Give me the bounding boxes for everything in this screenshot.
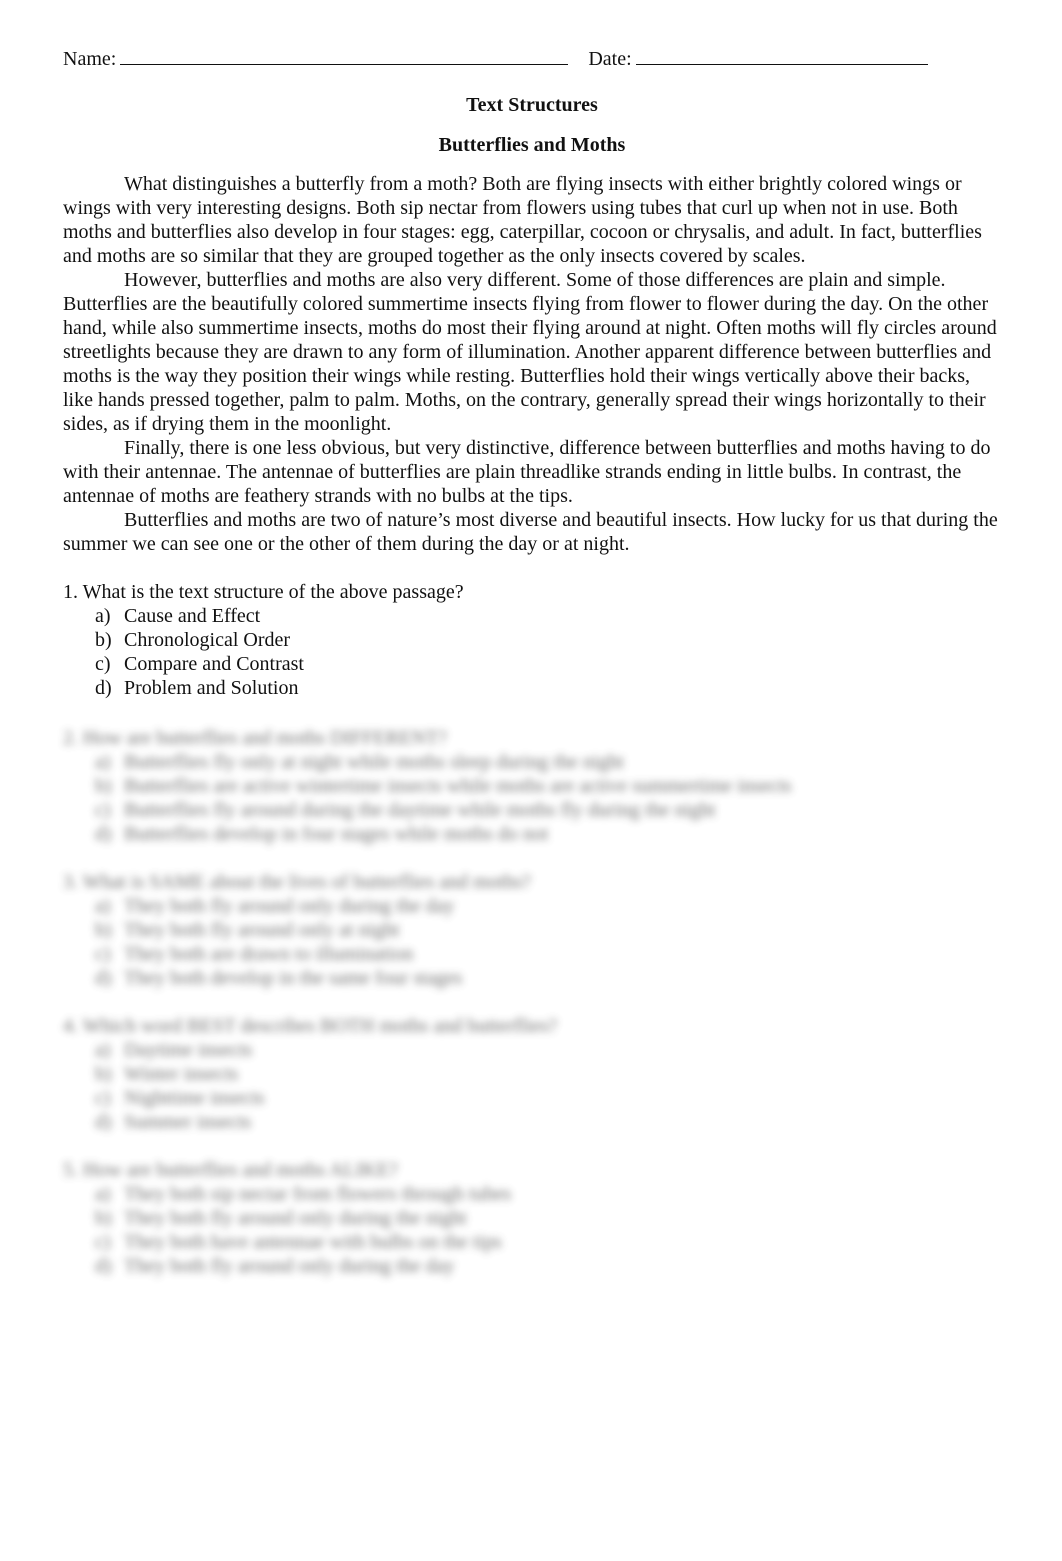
option-text: Daytime insects (124, 1039, 253, 1061)
question-stem: 3. What is SAME about the lives of butte… (63, 871, 531, 893)
option-text: Nighttime insects (124, 1087, 265, 1109)
answer-option: a) Daytime insects (95, 1038, 1003, 1062)
question-4-blurred: 4. Which word BEST describes BOTH moths … (63, 1014, 1003, 1134)
question-3-blurred: 3. What is SAME about the lives of butte… (63, 870, 1003, 990)
reading-passage: What distinguishes a butterfly from a mo… (63, 172, 1003, 556)
date-label: Date: (588, 48, 632, 70)
option-text: Butterflies develop in four stages while… (124, 823, 549, 845)
option-letter: a) (95, 1039, 111, 1061)
option-text: They both fly around only at night (124, 919, 400, 941)
option-letter: d) (95, 1111, 112, 1133)
question-stem: 1. What is the text structure of the abo… (63, 581, 464, 603)
answer-option: a) They both sip nectar from flowers thro… (95, 1182, 1003, 1206)
answer-options: a) They both fly around only during the d… (63, 894, 1003, 990)
option-letter: d) (95, 823, 112, 845)
question-stem: 2. How are butterflies and moths DIFFERE… (63, 727, 447, 749)
option-text: Problem and Solution (124, 677, 299, 699)
answer-option: a) Butterflies fly only at night while mo… (95, 750, 1003, 774)
answer-option: c) Nighttime insects (95, 1086, 1003, 1110)
date-blank-line (635, 44, 928, 65)
option-letter: b) (95, 919, 112, 941)
option-letter: c) (95, 1231, 111, 1253)
option-letter: a) (95, 1183, 111, 1205)
option-text: They both develop in the same four stage… (124, 967, 463, 989)
passage-paragraph: Finally, there is one less obvious, but … (63, 437, 991, 507)
answer-option: c) They both are drawn to illumination (95, 942, 1003, 966)
option-letter: a) (95, 605, 111, 627)
question-stem: 5. How are butterflies and moths ALIKE? (63, 1159, 398, 1181)
answer-option: d) Summer insects (95, 1110, 1003, 1134)
answer-options: a) Cause and Effect b) Chronological Order… (63, 604, 1003, 700)
option-text: They both fly around only during the nig… (124, 1207, 467, 1229)
option-letter: b) (95, 1207, 112, 1229)
answer-option: c) Compare and Contrast (95, 652, 1003, 676)
option-letter: b) (95, 629, 112, 651)
worksheet-title: Text Structures (466, 94, 598, 116)
passage-paragraph: Butterflies and moths are two of nature’… (63, 509, 998, 555)
option-letter: c) (95, 653, 111, 675)
answer-option: b) Chronological Order (95, 628, 1003, 652)
option-text: Compare and Contrast (124, 653, 304, 675)
question-stem: 4. Which word BEST describes BOTH moths … (63, 1015, 558, 1037)
option-text: Butterflies are active wintertime insect… (124, 775, 792, 797)
option-text: They both sip nectar from flowers throug… (124, 1183, 512, 1205)
question-5-blurred: 5. How are butterflies and moths ALIKE? … (63, 1158, 1003, 1278)
answer-options: a) Daytime insects b) Winter insects c) Nig… (63, 1038, 1003, 1134)
option-letter: d) (95, 677, 112, 699)
answer-option: b) Butterflies are active wintertime inse… (95, 774, 1003, 798)
name-label: Name: (63, 48, 117, 70)
option-letter: c) (95, 1087, 111, 1109)
answer-option: b) They both fly around only at night (95, 918, 1003, 942)
option-text: Cause and Effect (124, 605, 261, 627)
option-text: They both have antennae with bulbs on th… (124, 1231, 502, 1253)
option-letter: d) (95, 967, 112, 989)
option-letter: a) (95, 895, 111, 917)
answer-option: b) Winter insects (95, 1062, 1003, 1086)
answer-option: b) They both fly around only during the n… (95, 1206, 1003, 1230)
answer-option: c) They both have antennae with bulbs on … (95, 1230, 1003, 1254)
option-text: Butterflies fly around during the daytim… (124, 799, 716, 821)
name-blank-line (120, 44, 569, 65)
option-text: They both are drawn to illumination (124, 943, 414, 965)
option-text: Winter insects (124, 1063, 239, 1085)
answer-options: a) They both sip nectar from flowers thro… (63, 1182, 1003, 1278)
passage-title: Butterflies and Moths (438, 134, 626, 156)
answer-option: d) Problem and Solution (95, 676, 1003, 700)
option-letter: b) (95, 775, 112, 797)
option-letter: d) (95, 1255, 112, 1277)
option-letter: c) (95, 799, 111, 821)
option-text: Chronological Order (124, 629, 291, 651)
option-letter: b) (95, 1063, 112, 1085)
option-text: Butterflies fly only at night while moth… (124, 751, 624, 773)
question-1: 1. What is the text structure of the abo… (63, 580, 1003, 700)
answer-option: c) Butterflies fly around during the dayt… (95, 798, 1003, 822)
name-date-header: Name: Date: (63, 44, 928, 72)
option-text: Summer insects (124, 1111, 252, 1133)
option-text: They both fly around only during the day (124, 895, 455, 917)
answer-option: d) They both fly around only during the d… (95, 1254, 1003, 1278)
answer-option: d) Butterflies develop in four stages whi… (95, 822, 1003, 846)
answer-option: a) Cause and Effect (95, 604, 1003, 628)
passage-paragraph: However, butterflies and moths are also … (63, 269, 997, 435)
answer-option: a) They both fly around only during the d… (95, 894, 1003, 918)
answer-options: a) Butterflies fly only at night while mo… (63, 750, 1003, 846)
option-letter: a) (95, 751, 111, 773)
passage-paragraph: What distinguishes a butterfly from a mo… (63, 173, 982, 267)
answer-option: d) They both develop in the same four sta… (95, 966, 1003, 990)
option-letter: c) (95, 943, 111, 965)
question-2-blurred: 2. How are butterflies and moths DIFFERE… (63, 726, 1003, 846)
option-text: They both fly around only during the day (124, 1255, 455, 1277)
